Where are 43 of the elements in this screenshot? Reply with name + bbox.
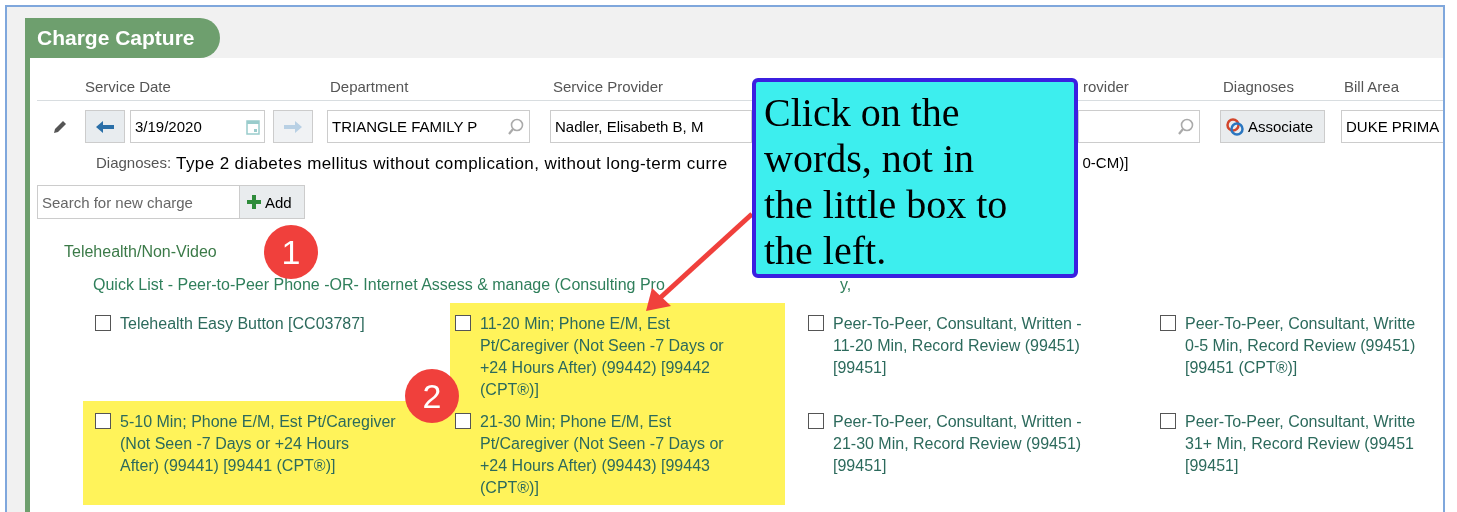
department-field[interactable]: TRIANGLE FAMILY P bbox=[327, 110, 530, 143]
section-heading: Telehealth/Non-Video bbox=[64, 243, 217, 261]
field-label: Diagnoses bbox=[1222, 78, 1295, 97]
left-arrow-icon bbox=[95, 119, 115, 134]
charge-label[interactable]: Peer-To-Peer, Consultant, Writte 0-5 Min, Record Review (99451) [99451 (CPT®)] bbox=[1185, 313, 1416, 379]
quick-list-title: y, bbox=[840, 276, 852, 294]
charge-label[interactable]: 5-10 Min; Phone E/M, Est Pt/Caregiver (Not Seen -7 Days or +24 Hours After) (99441) [99441 (CPT®)] bbox=[120, 411, 396, 477]
associate-button[interactable]: Associate bbox=[1220, 110, 1325, 143]
field-label: Department bbox=[329, 78, 410, 97]
pencil-icon[interactable] bbox=[52, 118, 68, 135]
checkbox[interactable] bbox=[808, 315, 824, 331]
charge-label[interactable]: Telehealth Easy Button [CC03787] bbox=[120, 313, 365, 335]
checkbox[interactable] bbox=[1160, 413, 1176, 429]
field-label: Service Date bbox=[84, 78, 172, 97]
field-label: Service Provider bbox=[552, 78, 665, 97]
date-field[interactable]: 3/19/2020 bbox=[130, 110, 265, 143]
bill-area-field[interactable]: DUKE PRIMA bbox=[1341, 110, 1443, 143]
field-label: Bill Area bbox=[1343, 78, 1401, 97]
checkbox[interactable] bbox=[808, 413, 824, 429]
checkbox[interactable] bbox=[455, 413, 471, 429]
charge-label[interactable]: 21-30 Min; Phone E/M, Est Pt/Caregiver (Not Seen -7 Days or +24 Hours After) (99443) [99443 (CPT®)] bbox=[480, 411, 724, 499]
search-field[interactable]: Search for new charge bbox=[37, 185, 240, 219]
previous-date-button[interactable] bbox=[85, 110, 125, 143]
checkbox[interactable] bbox=[95, 413, 111, 429]
checkbox[interactable] bbox=[95, 315, 111, 331]
diagnosis-text: 0-CM)] bbox=[1082, 154, 1129, 173]
plus-icon bbox=[246, 194, 262, 210]
charge-label[interactable]: Peer-To-Peer, Consultant, Written - 11-20 Min, Record Review (99451) [99451] bbox=[833, 313, 1082, 379]
callout: Click on the words, not in the little box to the left. bbox=[752, 78, 1078, 278]
service-provider-field[interactable]: Nadler, Elisabeth B, M bbox=[550, 110, 752, 143]
charge-label[interactable]: 11-20 Min; Phone E/M, Est Pt/Caregiver (Not Seen -7 Days or +24 Hours After) (99442) [99442 (CPT®)] bbox=[480, 313, 724, 401]
field-label: rovider bbox=[1082, 78, 1130, 97]
charge-label[interactable]: Peer-To-Peer, Consultant, Writte 31+ Min, Record Review (99451 [99451] bbox=[1185, 411, 1416, 477]
checkbox[interactable] bbox=[455, 315, 471, 331]
diagnoses-label: Diagnoses: bbox=[96, 154, 172, 173]
right-arrow-icon bbox=[283, 119, 303, 134]
quick-list-title: Quick List - Peer-to-Peer Phone -OR- Internet Assess & manage (Consulting Pro bbox=[93, 276, 666, 294]
checkbox[interactable] bbox=[1160, 315, 1176, 331]
charge-label[interactable]: Peer-To-Peer, Consultant, Written - 21-30 Min, Record Review (99451) [99451] bbox=[833, 411, 1082, 477]
linked-rings-icon bbox=[1225, 116, 1245, 137]
diagnosis-text: Type 2 diabetes mellitus without complication, without long-term curre bbox=[176, 154, 728, 174]
add-button[interactable]: Add bbox=[240, 185, 305, 219]
provider-field[interactable] bbox=[1078, 110, 1200, 143]
